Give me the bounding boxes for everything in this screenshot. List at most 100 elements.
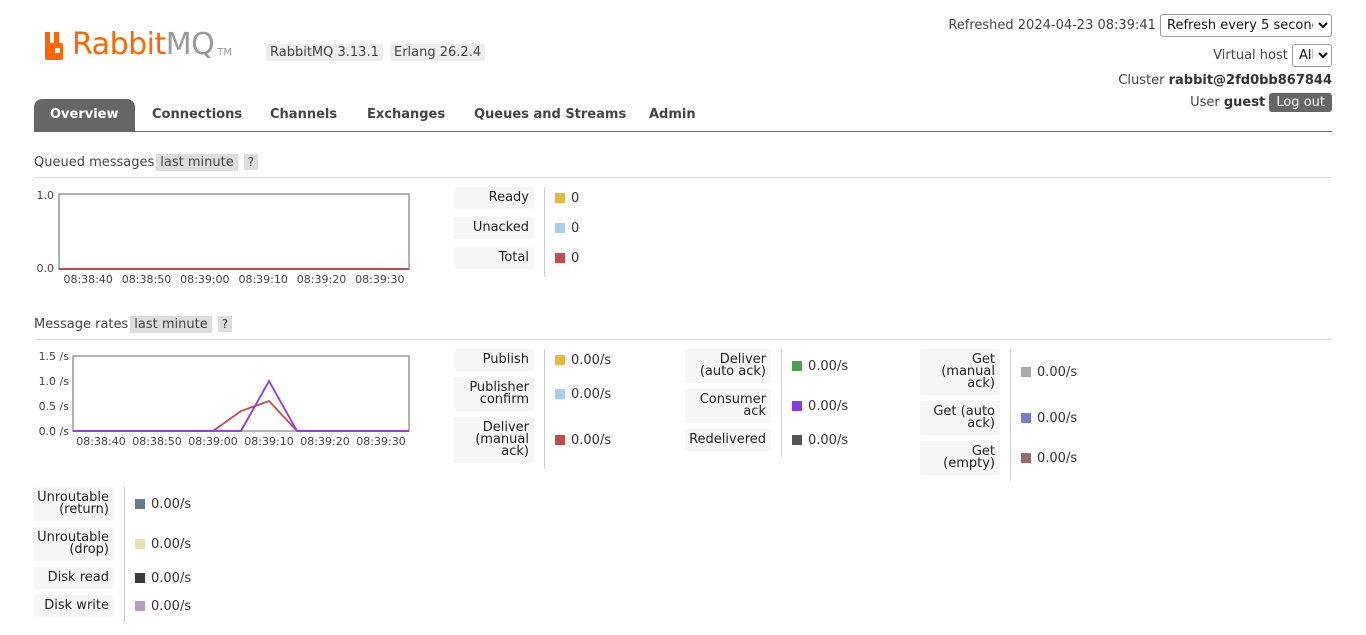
legend-swatch bbox=[555, 193, 565, 203]
tab-overview[interactable]: Overview bbox=[34, 99, 135, 131]
rates-x-tick-label: 08:39:30 bbox=[356, 435, 405, 448]
refreshed-label: Refreshed 2024-04-23 08:39:41 bbox=[948, 18, 1156, 33]
queued-legend-rows: Ready Unacked Total 0 0 0 bbox=[454, 187, 579, 277]
queued-ytick-bottom: 0.0 bbox=[37, 262, 55, 275]
rabbitmq-logo-icon bbox=[45, 32, 63, 60]
legend-swatch bbox=[555, 389, 565, 399]
refresh-row: Refreshed 2024-04-23 08:39:41 Refresh ev… bbox=[948, 14, 1332, 37]
rates-legend-col2: Deliver (auto ack) Consumer ack Redelivere… bbox=[685, 349, 848, 457]
legend-swatch bbox=[792, 401, 802, 411]
legend-swatch bbox=[555, 355, 565, 365]
legend-value: 0.00/s bbox=[571, 352, 612, 368]
legend-swatch bbox=[135, 601, 145, 611]
rates-range-selector[interactable]: last minute bbox=[130, 316, 212, 333]
queued-range-selector[interactable]: last minute bbox=[156, 154, 238, 171]
queued-help-button[interactable]: ? bbox=[243, 154, 259, 170]
legend-value: 0.00/s bbox=[151, 496, 192, 512]
legend-swatch bbox=[555, 223, 565, 233]
legend-swatch bbox=[555, 253, 565, 263]
legend-swatch bbox=[135, 573, 145, 583]
queued-x-tick-label: 08:39:10 bbox=[238, 273, 287, 286]
message-rates-chart: 1.5 /s 1.0 /s 0.5 /s 0.0 /s 08:38:40 08:38:5… bbox=[39, 350, 410, 448]
vhost-row: Virtual host All bbox=[1213, 44, 1332, 67]
legend-value: 0.00/s bbox=[571, 432, 612, 448]
legend-label: Ready bbox=[454, 187, 534, 209]
cluster-name: rabbit@2fd0bb867844 bbox=[1168, 73, 1332, 88]
legend-label: Publisher confirm bbox=[454, 377, 534, 411]
legend-value: 0.00/s bbox=[808, 398, 849, 414]
legend-label: Deliver (auto ack) bbox=[685, 349, 771, 383]
legend-label: Unacked bbox=[454, 217, 534, 239]
tab-exchanges[interactable]: Exchanges bbox=[351, 99, 461, 131]
queued-x-tick-label: 08:39:30 bbox=[355, 273, 404, 286]
legend-label: Deliver (manual ack) bbox=[454, 417, 534, 463]
legend-label: Unroutable (drop) bbox=[34, 527, 114, 561]
queued-x-tick-label: 08:39:00 bbox=[180, 273, 229, 286]
logo-mq: MQ bbox=[165, 27, 215, 62]
rates-legend-col1: Publish Publisher confirm Deliver (manual … bbox=[454, 349, 611, 469]
rates-y-tick-label: 1.0 /s bbox=[39, 375, 70, 388]
vhost-select[interactable]: All bbox=[1292, 44, 1332, 67]
rates-help-button[interactable]: ? bbox=[217, 316, 233, 332]
vhost-label: Virtual host bbox=[1213, 48, 1288, 63]
legend-label: Redelivered bbox=[685, 429, 771, 451]
cluster-row: Cluster rabbit@2fd0bb867844 bbox=[1118, 73, 1332, 88]
rates-x-tick-label: 08:38:50 bbox=[132, 435, 181, 448]
queued-x-tick-labels: 08:38:40 08:38:50 08:39:00 08:39:10 08:39:20… bbox=[63, 273, 404, 286]
rabbitmq-version-badge: RabbitMQ 3.13.1 bbox=[266, 44, 383, 61]
legend-swatch bbox=[135, 499, 145, 509]
legend-label: Disk write bbox=[34, 595, 114, 617]
erlang-version-badge: Erlang 26.2.4 bbox=[390, 44, 486, 61]
tab-channels[interactable]: Channels bbox=[254, 99, 353, 131]
legend-label: Get (auto ack) bbox=[920, 401, 1000, 435]
main-nav-tabs: Overview Connections Channels Exchanges … bbox=[34, 99, 1332, 132]
rates-legend-col3: Get (manual ack) Get (auto ack) Get (empty… bbox=[920, 349, 1077, 481]
rates-x-tick-labels: 08:38:40 08:38:50 08:39:00 08:39:10 08:39:20… bbox=[76, 435, 405, 448]
queued-messages-title: Queued messages bbox=[34, 155, 155, 170]
legend-value: 0 bbox=[571, 220, 580, 236]
legend-value: 0.00/s bbox=[1037, 410, 1078, 426]
legend-label: Get (empty) bbox=[920, 441, 1000, 475]
cluster-label: Cluster bbox=[1118, 73, 1165, 88]
queued-legend: Ready Unacked Total 0 0 0 bbox=[454, 187, 579, 277]
rates-x-tick-label: 08:39:00 bbox=[188, 435, 237, 448]
queued-messages-header: Queued messages last minute? bbox=[34, 154, 1332, 178]
legend-value: 0.00/s bbox=[151, 570, 192, 586]
legend-value: 0.00/s bbox=[808, 358, 849, 374]
legend-value: 0.00/s bbox=[151, 536, 192, 552]
rabbitmq-logo[interactable]: RabbitMQ TM bbox=[44, 26, 232, 60]
rates-y-tick-label: 0.0 /s bbox=[39, 425, 70, 438]
legend-value: 0.00/s bbox=[151, 598, 192, 614]
message-rates-title: Message rates bbox=[34, 317, 129, 332]
logo-wordmark: RabbitMQ bbox=[72, 27, 215, 62]
tab-queues-and-streams[interactable]: Queues and Streams bbox=[458, 99, 642, 131]
logo-trademark: TM bbox=[217, 47, 233, 58]
tab-admin[interactable]: Admin bbox=[633, 99, 712, 131]
logo-rabbit: Rabbit bbox=[72, 27, 166, 62]
legend-value: 0.00/s bbox=[1037, 450, 1078, 466]
legend-label: Total bbox=[454, 247, 534, 269]
legend-value: 0 bbox=[571, 190, 580, 206]
queued-messages-chart: 1.0 0.0 08:38:40 08:38:50 08:39:00 08:39:10… bbox=[37, 189, 410, 286]
tab-connections[interactable]: Connections bbox=[136, 99, 258, 131]
queued-x-tick-label: 08:38:50 bbox=[122, 273, 171, 286]
legend-swatch bbox=[555, 435, 565, 445]
queued-x-tick-label: 08:38:40 bbox=[63, 273, 112, 286]
legend-swatch bbox=[1021, 367, 1031, 377]
message-rates-header: Message rates last minute? bbox=[34, 316, 1332, 340]
legend-label: Disk read bbox=[34, 567, 114, 589]
legend-swatch bbox=[135, 539, 145, 549]
queued-x-tick-label: 08:39:20 bbox=[297, 273, 346, 286]
legend-swatch bbox=[792, 361, 802, 371]
legend-swatch bbox=[1021, 413, 1031, 423]
queued-plot-area bbox=[58, 193, 410, 270]
legend-value: 0.00/s bbox=[1037, 364, 1078, 380]
rates-plot-area bbox=[72, 355, 410, 432]
rates-x-tick-label: 08:39:10 bbox=[244, 435, 293, 448]
rates-x-tick-label: 08:38:40 bbox=[76, 435, 125, 448]
refresh-interval-select[interactable]: Refresh every 5 seconds bbox=[1160, 14, 1332, 37]
legend-swatch bbox=[792, 435, 802, 445]
legend-value: 0.00/s bbox=[808, 432, 849, 448]
rates-y-tick-labels: 1.5 /s 1.0 /s 0.5 /s 0.0 /s bbox=[39, 350, 70, 438]
legend-label: Consumer ack bbox=[685, 389, 771, 423]
